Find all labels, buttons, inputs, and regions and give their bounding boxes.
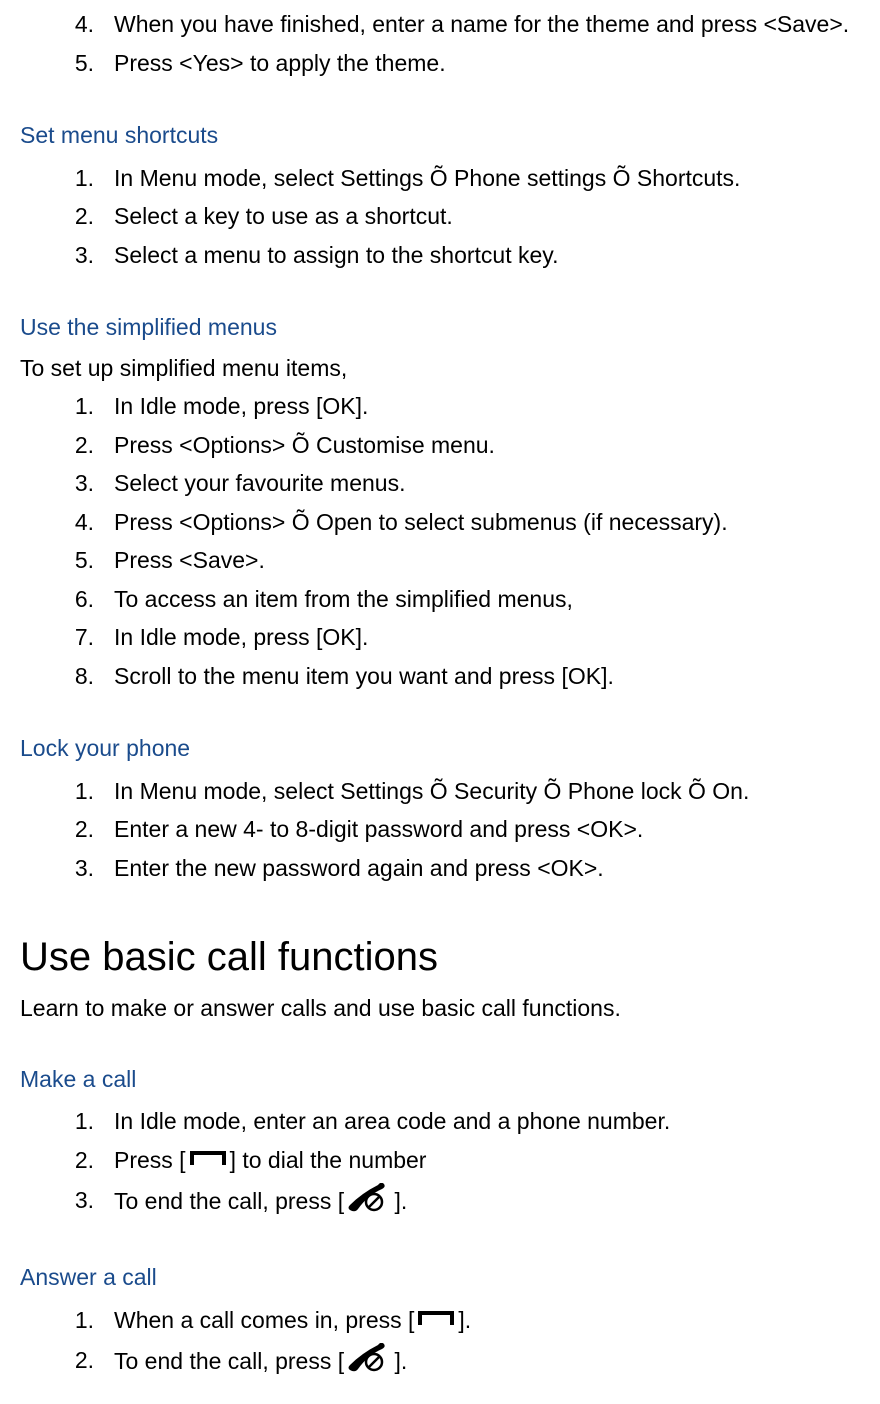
item-number: 1.: [64, 1303, 94, 1338]
heading-answer-a-call: Answer a call: [20, 1260, 860, 1295]
item-text: Select a menu to assign to the shortcut …: [114, 242, 558, 268]
item-text: In Idle mode, press [OK].: [114, 393, 368, 419]
item-number: 5.: [64, 46, 94, 81]
list-item: 1. In Idle mode, enter an area code and …: [82, 1102, 860, 1141]
list-item: 5. Press <Yes> to apply the theme.: [82, 44, 860, 83]
item-text: Enter the new password again and press <…: [114, 855, 604, 881]
item-text-after: ].: [388, 1348, 407, 1374]
item-text-before: Press [: [114, 1147, 186, 1173]
item-text-before: To end the call, press [: [114, 1188, 344, 1214]
item-text: Scroll to the menu item you want and pre…: [114, 663, 614, 689]
list-item: 2. Press <Options> Õ Customise menu.: [82, 426, 860, 465]
list-item: 2. Enter a new 4- to 8-digit password an…: [82, 810, 860, 849]
simplified-menus-subtext: To set up simplified menu items,: [20, 351, 860, 386]
list-item: 3. Enter the new password again and pres…: [82, 849, 860, 888]
list-item: 7. In Idle mode, press [OK].: [82, 618, 860, 657]
item-number: 1.: [64, 774, 94, 809]
item-text: Select your favourite menus.: [114, 470, 405, 496]
item-number: 2.: [64, 812, 94, 847]
item-number: 8.: [64, 659, 94, 694]
list-item: 2. Select a key to use as a shortcut.: [82, 197, 860, 236]
item-text: Press <Yes> to apply the theme.: [114, 50, 446, 76]
item-number: 2.: [64, 428, 94, 463]
list-item: 3. Select a menu to assign to the shortc…: [82, 236, 860, 275]
item-text: In Menu mode, select Settings Õ Security…: [114, 778, 749, 804]
make-call-list: 1. In Idle mode, enter an area code and …: [20, 1102, 860, 1224]
item-text: Press <Options> Õ Open to select submenu…: [114, 509, 728, 535]
item-number: 1.: [64, 1104, 94, 1139]
list-item: 1. In Menu mode, select Settings Õ Phone…: [82, 159, 860, 198]
item-text-after: ].: [458, 1307, 471, 1333]
item-text-before: To end the call, press [: [114, 1348, 344, 1374]
list-item: 6. To access an item from the simplified…: [82, 580, 860, 619]
basic-call-intro: Learn to make or answer calls and use ba…: [20, 991, 860, 1026]
item-number: 4.: [64, 7, 94, 42]
list-item: 8. Scroll to the menu item you want and …: [82, 657, 860, 696]
heading-set-menu-shortcuts: Set menu shortcuts: [20, 118, 860, 153]
item-text-after: ].: [388, 1188, 407, 1214]
list-item: 1. In Menu mode, select Settings Õ Secur…: [82, 772, 860, 811]
item-number: 3.: [64, 238, 94, 273]
item-number: 1.: [64, 161, 94, 196]
item-text: In Idle mode, press [OK].: [114, 624, 368, 650]
item-number: 2.: [64, 1343, 94, 1378]
list-item: 1. In Idle mode, press [OK].: [82, 387, 860, 426]
list-item: 3. To end the call, press [ ].: [82, 1181, 860, 1225]
item-number: 4.: [64, 505, 94, 540]
list-item: 5. Press <Save>.: [82, 541, 860, 580]
item-text: In Idle mode, enter an area code and a p…: [114, 1108, 670, 1134]
answer-call-list: 1. When a call comes in, press []. 2. To…: [20, 1301, 860, 1385]
item-number: 3.: [64, 851, 94, 886]
set-menu-shortcuts-list: 1. In Menu mode, select Settings Õ Phone…: [20, 159, 860, 275]
item-number: 3.: [64, 466, 94, 501]
theme-steps-continued: 4. When you have finished, enter a name …: [20, 5, 860, 82]
item-text: Press <Save>.: [114, 547, 265, 573]
item-number: 2.: [64, 199, 94, 234]
list-item: 4. When you have finished, enter a name …: [82, 5, 860, 44]
item-text: Enter a new 4- to 8-digit password and p…: [114, 816, 643, 842]
call-icon: [186, 1144, 230, 1179]
heading-basic-call-functions: Use basic call functions: [20, 927, 860, 987]
item-number: 1.: [64, 389, 94, 424]
item-text: When you have finished, enter a name for…: [114, 11, 849, 37]
item-text: Press <Options> Õ Customise menu.: [114, 432, 495, 458]
list-item: 3. Select your favourite menus.: [82, 464, 860, 503]
item-text-after: ] to dial the number: [230, 1147, 427, 1173]
item-text: To access an item from the simplified me…: [114, 586, 573, 612]
list-item: 1. When a call comes in, press [].: [82, 1301, 860, 1341]
heading-simplified-menus: Use the simplified menus: [20, 310, 860, 345]
list-item: 2. To end the call, press [ ].: [82, 1341, 860, 1385]
end-call-icon: [344, 1183, 388, 1223]
item-number: 7.: [64, 620, 94, 655]
simplified-menus-list: 1. In Idle mode, press [OK]. 2. Press <O…: [20, 387, 860, 695]
item-number: 2.: [64, 1143, 94, 1178]
item-number: 3.: [64, 1183, 94, 1218]
call-icon: [414, 1304, 458, 1339]
item-number: 5.: [64, 543, 94, 578]
list-item: 2. Press [] to dial the number: [82, 1141, 860, 1181]
heading-lock-phone: Lock your phone: [20, 731, 860, 766]
item-text: Select a key to use as a shortcut.: [114, 203, 453, 229]
lock-phone-list: 1. In Menu mode, select Settings Õ Secur…: [20, 772, 860, 888]
heading-make-a-call: Make a call: [20, 1062, 860, 1097]
item-number: 6.: [64, 582, 94, 617]
list-item: 4. Press <Options> Õ Open to select subm…: [82, 503, 860, 542]
item-text: In Menu mode, select Settings Õ Phone se…: [114, 165, 740, 191]
item-text-before: When a call comes in, press [: [114, 1307, 414, 1333]
end-call-icon: [344, 1343, 388, 1383]
